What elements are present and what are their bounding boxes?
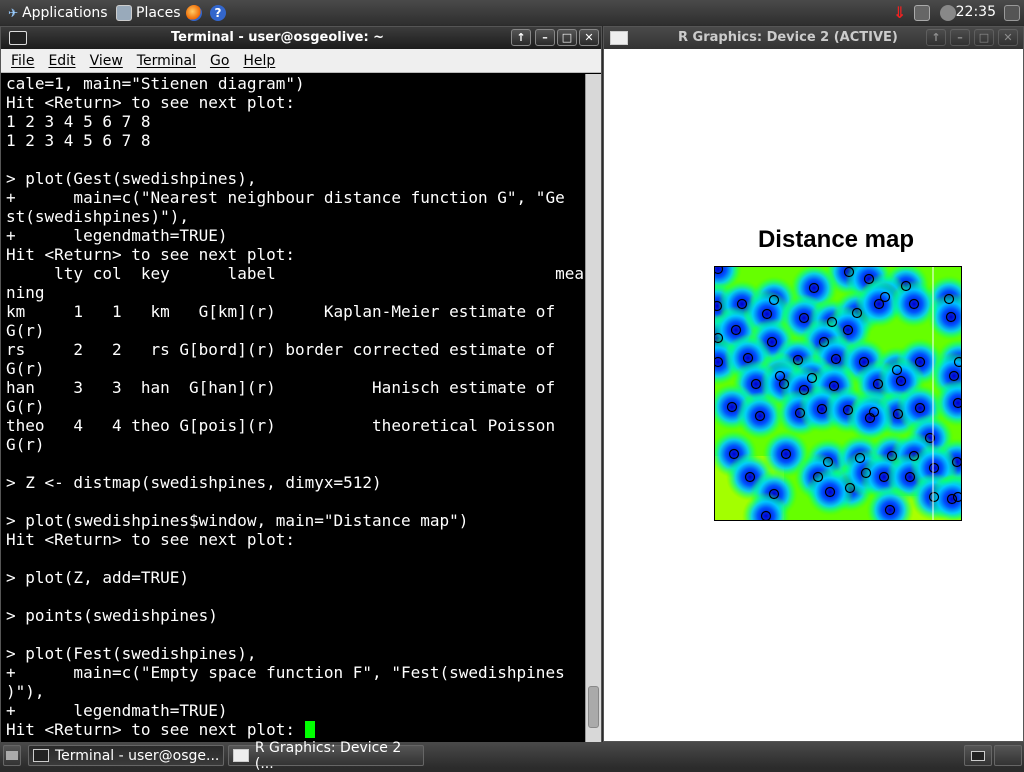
show-desktop-button[interactable] — [3, 745, 21, 766]
terminal-cursor — [304, 721, 315, 738]
firefox-launcher[interactable] — [186, 3, 202, 22]
terminal-icon — [33, 749, 49, 762]
plot-canvas[interactable]: Distance map — [606, 49, 1021, 739]
r-graphics-window: R Graphics: Device 2 (ACTIVE) ↑ – □ ✕ Di… — [603, 26, 1024, 742]
terminal-line: 1 2 3 4 5 6 7 8 — [6, 112, 151, 131]
terminal-line: theo 4 4 theo G[pois](r) theoretical Poi… — [6, 416, 556, 435]
graphics-minimize-button[interactable]: – — [950, 29, 970, 46]
firefox-icon — [186, 4, 202, 21]
terminal-line: > plot(swedishpines$window, main="Distan… — [6, 511, 469, 530]
terminal-line: + legendmath=TRUE) — [6, 701, 228, 720]
workspace-icon — [971, 750, 985, 761]
power-icon — [1004, 4, 1020, 21]
terminal-line: rs 2 2 rs G[bord](r) border corrected es… — [6, 340, 556, 359]
terminal-output[interactable]: cale=1, main="Stienen diagram") Hit <Retu… — [1, 74, 585, 742]
help-icon: ? — [210, 4, 226, 21]
terminal-line: lty col key label mea — [6, 264, 584, 283]
taskbar-item-terminal[interactable]: Terminal - user@osge... — [28, 745, 224, 766]
terminal-line: > plot(Gest(swedishpines), — [6, 169, 257, 188]
terminal-line: cale=1, main="Stienen diagram") — [6, 74, 305, 93]
graphics-raise-button[interactable]: ↑ — [926, 29, 946, 46]
graphics-close-button[interactable]: ✕ — [998, 29, 1018, 46]
terminal-line: G(r) — [6, 435, 45, 454]
taskbar: Terminal - user@osge... R Graphics: Devi… — [0, 740, 1024, 772]
terminal-line: )"), — [6, 682, 45, 701]
menu-view[interactable]: View — [90, 53, 123, 72]
clock[interactable]: 22:35 — [956, 4, 996, 20]
taskbar-item-label: Terminal - user@osge... — [55, 747, 220, 764]
network-icon — [914, 4, 930, 21]
terminal-line: > Z <- distmap(swedishpines, dimyx=512) — [6, 473, 382, 492]
shutdown-button[interactable] — [1004, 3, 1020, 22]
graphics-maximize-button[interactable]: □ — [974, 29, 994, 46]
window-icon — [233, 749, 249, 762]
terminal-line: Hit <Return> to see next plot: — [6, 93, 295, 112]
terminal-close-button[interactable]: ✕ — [579, 29, 599, 46]
places-menu[interactable]: Places — [116, 3, 181, 22]
download-arrow-icon: ⇓ — [893, 3, 907, 22]
terminal-line: G(r) — [6, 321, 45, 340]
terminal-title: Terminal - user@osgeolive: ~ — [171, 30, 385, 45]
taskbar-item-label: R Graphics: Device 2 (... — [254, 739, 402, 772]
terminal-titlebar[interactable]: Terminal - user@osgeolive: ~ ↑ – □ ✕ — [1, 27, 601, 49]
volume-indicator[interactable] — [940, 3, 956, 22]
terminal-line: + main=c("Nearest neighbour distance fun… — [6, 188, 565, 207]
taskbar-item-rgraphics[interactable]: R Graphics: Device 2 (... — [228, 740, 424, 772]
help-launcher[interactable]: ? — [210, 3, 226, 22]
menu-terminal[interactable]: Terminal — [137, 53, 196, 72]
applications-menu[interactable]: ✈ Applications — [8, 3, 108, 22]
terminal-line: > plot(Fest(swedishpines), — [6, 644, 257, 663]
terminal-line: Hit <Return> to see next plot: — [6, 245, 295, 264]
terminal-scrollbar[interactable] — [585, 74, 601, 742]
terminal-line: st(swedishpines)"), — [6, 207, 190, 226]
applications-label: Applications — [22, 4, 108, 21]
top-panel: ✈ Applications Places ? ⇓ 22:35 — [0, 0, 1024, 25]
terminal-raise-button[interactable]: ↑ — [511, 29, 531, 46]
workspace-2[interactable] — [994, 745, 1022, 766]
terminal-line: km 1 1 km G[km](r) Kaplan-Meier estimate… — [6, 302, 556, 321]
menu-edit[interactable]: Edit — [48, 53, 75, 72]
terminal-line: > plot(Z, add=TRUE) — [6, 568, 190, 587]
terminal-line: 1 2 3 4 5 6 7 8 — [6, 131, 151, 150]
distance-map-image — [714, 266, 962, 521]
places-label: Places — [136, 4, 181, 21]
terminal-line: G(r) — [6, 359, 45, 378]
menu-go[interactable]: Go — [210, 53, 229, 72]
terminal-line: G(r) — [6, 397, 45, 416]
workspace-1[interactable] — [964, 745, 992, 766]
folder-icon — [116, 4, 132, 21]
terminal-line: + main=c("Empty space function F", "Fest… — [6, 663, 565, 682]
terminal-line: Hit <Return> to see next plot: — [6, 530, 295, 549]
terminal-maximize-button[interactable]: □ — [557, 29, 577, 46]
terminal-line: ning — [6, 283, 45, 302]
terminal-minimize-button[interactable]: – — [535, 29, 555, 46]
graphics-window-icon[interactable] — [610, 31, 628, 45]
terminal-menubar: File Edit View Terminal Go Help — [1, 49, 601, 73]
menu-help[interactable]: Help — [243, 53, 275, 72]
scrollbar-thumb[interactable] — [588, 686, 599, 728]
menu-file[interactable]: File — [11, 53, 34, 72]
volume-icon — [940, 4, 956, 21]
terminal-window: Terminal - user@osgeolive: ~ ↑ – □ ✕ Fil… — [0, 26, 602, 742]
terminal-line: Hit <Return> to see next plot: — [6, 720, 585, 739]
update-notifier[interactable]: ⇓ — [893, 3, 906, 22]
applications-icon: ✈ — [8, 5, 19, 20]
graphics-titlebar[interactable]: R Graphics: Device 2 (ACTIVE) ↑ – □ ✕ — [604, 27, 1023, 49]
terminal-line: > points(swedishpines) — [6, 606, 218, 625]
desktop-icon — [6, 751, 18, 760]
terminal-window-icon[interactable] — [9, 31, 27, 45]
terminal-line: + legendmath=TRUE) — [6, 226, 228, 245]
network-indicator[interactable] — [914, 3, 930, 22]
terminal-line: han 3 3 han G[han](r) Hanisch estimate o… — [6, 378, 556, 397]
plot-title: Distance map — [757, 226, 915, 253]
graphics-title: R Graphics: Device 2 (ACTIVE) — [678, 30, 898, 45]
distance-blob — [806, 468, 854, 516]
